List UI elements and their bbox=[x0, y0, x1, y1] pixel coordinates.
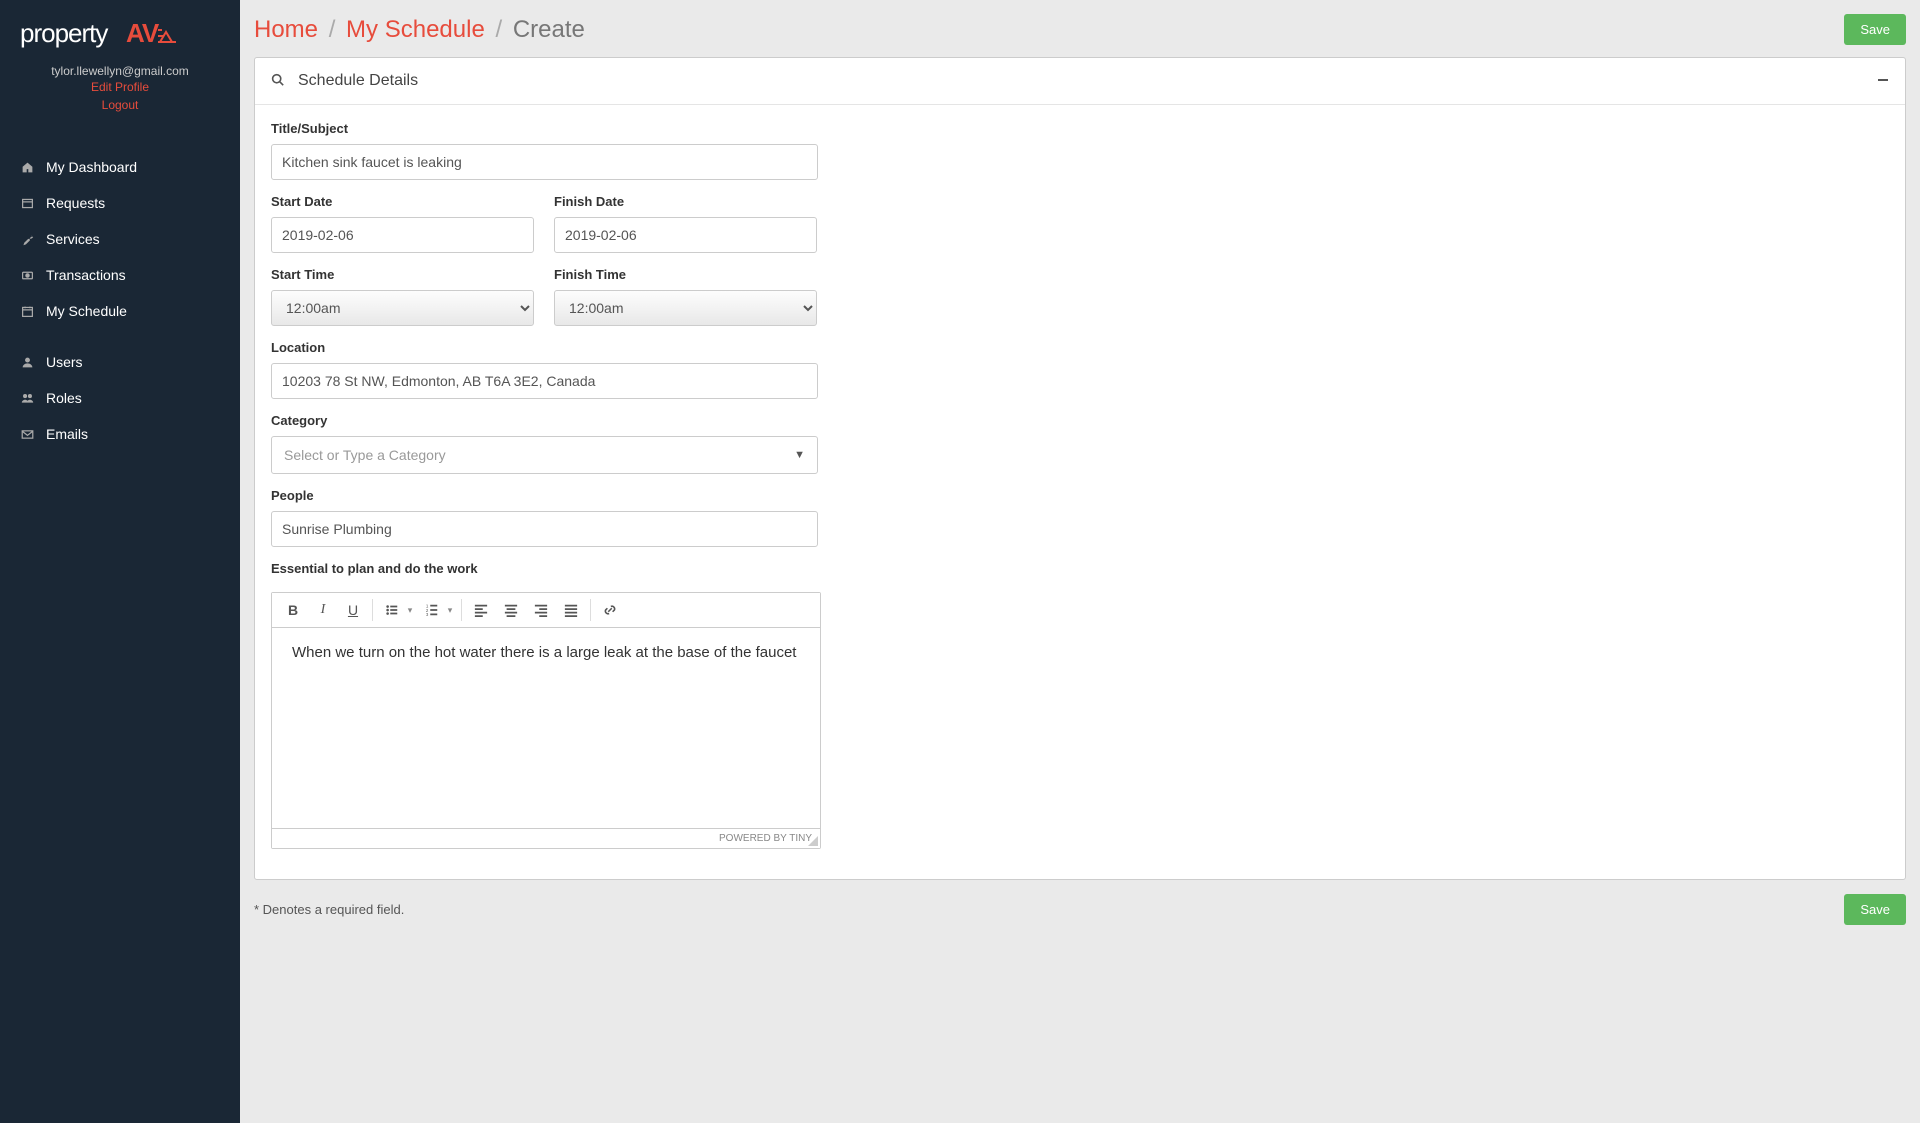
breadcrumb-schedule[interactable]: My Schedule bbox=[346, 16, 485, 43]
start-time-label: Start Time bbox=[271, 267, 534, 282]
panel-header: Schedule Details bbox=[255, 58, 1905, 105]
nav-schedule[interactable]: My Schedule bbox=[0, 293, 240, 329]
collapse-icon[interactable] bbox=[1877, 73, 1889, 89]
nav-dashboard[interactable]: My Dashboard bbox=[0, 149, 240, 185]
required-note: * Denotes a required field. bbox=[254, 902, 404, 917]
start-date-label: Start Date bbox=[271, 194, 534, 209]
category-placeholder: Select or Type a Category bbox=[284, 447, 446, 463]
nav-label: Roles bbox=[46, 390, 82, 406]
nav-label: Transactions bbox=[46, 267, 126, 283]
chevron-down-icon: ▼ bbox=[794, 449, 805, 461]
svg-text:AV: AV bbox=[126, 18, 160, 48]
sidebar: property AV tylor.llewellyn@gmail.com Ed… bbox=[0, 0, 240, 1123]
title-label: Title/Subject bbox=[271, 121, 818, 136]
finish-time-select[interactable]: 12:00am bbox=[554, 290, 817, 326]
link-button[interactable] bbox=[595, 597, 625, 623]
wrench-icon bbox=[20, 233, 34, 246]
align-justify-button[interactable] bbox=[556, 597, 586, 623]
detail-label: Essential to plan and do the work bbox=[271, 561, 1889, 576]
nav-emails[interactable]: Emails bbox=[0, 416, 240, 452]
location-label: Location bbox=[271, 340, 818, 355]
schedule-details-panel: Schedule Details Title/Subject Start Dat… bbox=[254, 57, 1906, 880]
breadcrumb-current: Create bbox=[513, 16, 585, 43]
align-right-button[interactable] bbox=[526, 597, 556, 623]
category-label: Category bbox=[271, 413, 818, 428]
search-icon bbox=[271, 73, 284, 89]
people-label: People bbox=[271, 488, 818, 503]
nav-label: Emails bbox=[46, 426, 88, 442]
breadcrumb-home[interactable]: Home bbox=[254, 16, 318, 43]
transactions-icon bbox=[20, 269, 34, 282]
calendar-icon bbox=[20, 305, 34, 318]
panel-title: Schedule Details bbox=[298, 72, 418, 90]
envelope-icon bbox=[20, 428, 34, 441]
italic-button[interactable]: I bbox=[308, 597, 338, 623]
breadcrumb: Home / My Schedule / Create bbox=[254, 16, 585, 44]
numbered-list-dropdown[interactable]: ▾ bbox=[443, 605, 457, 616]
align-center-button[interactable] bbox=[496, 597, 526, 623]
nav-label: My Dashboard bbox=[46, 159, 137, 175]
rich-text-editor: B I U ▾ 123 ▾ bbox=[271, 592, 821, 849]
nav-label: My Schedule bbox=[46, 303, 127, 319]
finish-date-input[interactable] bbox=[554, 217, 817, 253]
svg-text:3: 3 bbox=[426, 612, 429, 617]
start-date-input[interactable] bbox=[271, 217, 534, 253]
home-icon bbox=[20, 161, 34, 174]
bold-button[interactable]: B bbox=[278, 597, 308, 623]
requests-icon bbox=[20, 197, 34, 210]
editor-toolbar: B I U ▾ 123 ▾ bbox=[272, 593, 820, 628]
edit-profile-link[interactable]: Edit Profile bbox=[10, 78, 230, 96]
nav-label: Services bbox=[46, 231, 100, 247]
nav-requests[interactable]: Requests bbox=[0, 185, 240, 221]
location-input[interactable] bbox=[271, 363, 818, 399]
editor-content[interactable]: When we turn on the hot water there is a… bbox=[272, 628, 820, 828]
finish-date-label: Finish Date bbox=[554, 194, 817, 209]
start-time-select[interactable]: 12:00am bbox=[271, 290, 534, 326]
nav-services[interactable]: Services bbox=[0, 221, 240, 257]
logout-link[interactable]: Logout bbox=[10, 96, 230, 114]
underline-button[interactable]: U bbox=[338, 597, 368, 623]
roles-icon bbox=[20, 392, 34, 405]
category-select[interactable]: Select or Type a Category ▼ bbox=[271, 436, 818, 474]
user-info: tylor.llewellyn@gmail.com Edit Profile L… bbox=[0, 60, 240, 134]
nav-label: Users bbox=[46, 354, 83, 370]
user-email: tylor.llewellyn@gmail.com bbox=[10, 64, 230, 78]
title-input[interactable] bbox=[271, 144, 818, 180]
main-content: Home / My Schedule / Create Save Schedul… bbox=[240, 0, 1920, 1123]
svg-text:property: property bbox=[20, 18, 108, 48]
brand-logo: property AV bbox=[0, 0, 240, 60]
nav-users[interactable]: Users bbox=[0, 344, 240, 380]
user-icon bbox=[20, 356, 34, 369]
editor-footer: POWERED BY TINY bbox=[272, 828, 820, 848]
bullet-list-dropdown[interactable]: ▾ bbox=[403, 605, 417, 616]
nav-roles[interactable]: Roles bbox=[0, 380, 240, 416]
save-button-bottom[interactable]: Save bbox=[1844, 894, 1906, 925]
finish-time-label: Finish Time bbox=[554, 267, 817, 282]
save-button[interactable]: Save bbox=[1844, 14, 1906, 45]
nav-label: Requests bbox=[46, 195, 105, 211]
nav-transactions[interactable]: Transactions bbox=[0, 257, 240, 293]
align-left-button[interactable] bbox=[466, 597, 496, 623]
people-input[interactable] bbox=[271, 511, 818, 547]
